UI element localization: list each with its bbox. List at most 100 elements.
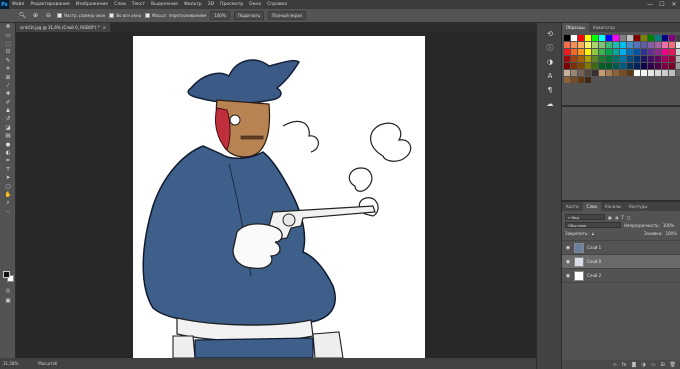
color-swatch[interactable] [613,35,619,41]
tab-brushes[interactable]: Кисти [562,202,583,211]
color-swatch[interactable] [669,70,675,76]
quick-select-tool-icon[interactable]: ✎ [0,57,16,65]
color-swatch[interactable] [620,56,626,62]
history-panel-icon[interactable]: ⟲ [537,27,563,41]
tab-paths[interactable]: Контуры [625,202,651,211]
scrubby-zoom-checkbox[interactable] [145,13,151,18]
color-swatch[interactable] [585,35,591,41]
history-brush-tool-icon[interactable]: ↺ [0,115,16,123]
color-swatch[interactable] [578,42,584,48]
layer-row[interactable]: ◉ Слой 2 [562,269,680,283]
marquee-tool-icon[interactable]: ⬚ [0,40,16,48]
color-swatch[interactable] [613,63,619,69]
color-swatch[interactable] [641,49,647,55]
color-swatch[interactable] [592,70,598,76]
color-swatch[interactable] [592,63,598,69]
color-swatch[interactable] [627,35,633,41]
color-swatch[interactable] [578,35,584,41]
color-swatch[interactable] [627,49,633,55]
zoom-level-status[interactable]: 31,58% [3,361,18,366]
zoom-all-windows-option[interactable]: Во все окна [109,13,141,18]
color-swatch[interactable] [641,70,647,76]
color-swatch[interactable] [606,35,612,41]
document-tab[interactable]: sintd1t.jpg @ 31,6% (Слой 0, RGB/8*) * × [16,23,110,32]
document-tab-close-icon[interactable]: × [103,25,106,30]
color-swatch[interactable] [585,70,591,76]
lock-icon[interactable]: 🔒︎ [592,231,594,236]
color-swatch[interactable] [655,70,661,76]
zoom-in-icon[interactable]: ⊕ [31,11,40,20]
layer-kind-filter[interactable]: ⌕ Вид [565,214,605,220]
color-swatch[interactable] [585,56,591,62]
color-swatch[interactable] [564,42,570,48]
blur-tool-icon[interactable]: ● [0,140,16,148]
adjustments-panel-icon[interactable]: ◑ [537,55,563,69]
fill-value[interactable]: 100% [666,231,677,236]
visibility-eye-icon[interactable]: ◉ [565,245,571,251]
canvas-area[interactable] [16,32,536,358]
color-swatch[interactable] [613,56,619,62]
color-swatch[interactable] [585,63,591,69]
move-tool-icon[interactable]: ✥ [0,23,16,31]
color-swatch[interactable] [571,49,577,55]
color-swatch[interactable] [648,56,654,62]
type-tool-icon[interactable]: T [0,166,16,174]
new-adjustment-icon[interactable]: ◑ [641,362,645,368]
color-swatch[interactable] [564,63,570,69]
color-swatch[interactable] [669,42,675,48]
menu-help[interactable]: Справка [264,2,290,7]
color-swatch[interactable] [571,35,577,41]
styles-panel-icon[interactable]: A [537,69,563,83]
tab-swatches[interactable]: Образцы [562,23,589,32]
color-swatch[interactable] [564,70,570,76]
color-swatch[interactable] [592,42,598,48]
color-swatch[interactable] [676,56,680,62]
add-mask-icon[interactable]: ◙ [631,362,636,368]
color-swatch[interactable] [627,56,633,62]
color-swatch[interactable] [676,42,680,48]
color-swatch[interactable] [564,49,570,55]
resize-windows-option[interactable]: Настр. размер окон [57,13,105,18]
color-swatch[interactable] [578,70,584,76]
color-swatch[interactable] [641,35,647,41]
zoom-tool-preset-icon[interactable]: 🔍︎ [18,11,27,20]
layer-style-icon[interactable]: fx [622,362,627,368]
color-swatch[interactable] [585,49,591,55]
new-layer-icon[interactable]: ⊞ [660,362,664,368]
color-swatch[interactable] [662,56,668,62]
healing-tool-icon[interactable]: ✚ [0,90,16,98]
color-swatch[interactable] [634,42,640,48]
color-swatch[interactable] [655,56,661,62]
color-swatch[interactable] [599,49,605,55]
color-swatch[interactable] [634,49,640,55]
color-swatch[interactable] [655,49,661,55]
zoom-all-windows-checkbox[interactable] [109,13,115,18]
filter-shape-icon[interactable]: ▢ [627,215,631,220]
menu-3d[interactable]: 3D [205,2,217,7]
fill-screen-button[interactable]: Полный экран [268,11,307,20]
new-group-icon[interactable]: ▭ [651,362,656,368]
color-swatch[interactable] [599,70,605,76]
paragraph-panel-icon[interactable]: ¶ [537,83,563,97]
color-swatch[interactable] [634,56,640,62]
color-swatch[interactable] [669,35,675,41]
color-swatch[interactable] [676,35,680,41]
zoom-out-icon[interactable]: ⊖ [44,11,53,20]
layer-name[interactable]: Слой 2 [587,273,601,278]
layer-name[interactable]: Слой 1 [587,245,601,250]
color-swatch[interactable] [627,63,633,69]
path-select-tool-icon[interactable]: ➤ [0,174,16,182]
shape-tool-icon[interactable]: ▢ [0,182,16,190]
zoom-100-button[interactable]: 100% [210,11,230,20]
color-swatch[interactable] [599,42,605,48]
color-swatch[interactable] [634,70,640,76]
color-swatch[interactable] [606,70,612,76]
color-swatch[interactable] [669,56,675,62]
color-swatch[interactable] [620,49,626,55]
color-swatch[interactable] [564,56,570,62]
color-swatch[interactable] [585,42,591,48]
link-layers-icon[interactable]: ∞ [613,362,617,368]
color-swatch[interactable] [578,63,584,69]
minimize-button[interactable]: — [644,0,656,9]
color-swatch[interactable] [676,70,680,76]
